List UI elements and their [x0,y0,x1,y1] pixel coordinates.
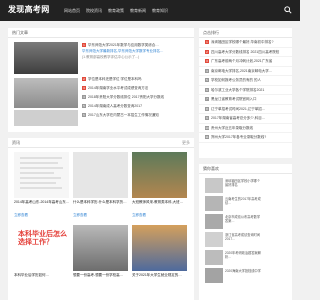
rank-badge: 9 [205,116,209,121]
card-image[interactable] [132,152,187,198]
related-title[interactable]: 2020年考研政治题答案解析… [225,251,261,259]
nav-item-home[interactable]: 网站首页 [64,8,80,14]
site-logo[interactable]: 发现高考网 [8,4,50,15]
card-title[interactable]: 想要一份高考-想要一份学校高… [73,273,128,278]
hot-feature-link[interactable]: 华东师范大学最新排名,华东师范大学数学专业排名… [82,49,190,54]
related-panel-title: 猜你喜欢 [199,164,292,174]
ranking-item[interactable]: 3 广东高考前两个月冲刺计划,2021广东省 [199,57,292,67]
hot-list-item[interactable]: 5 2014年湖南成人高考分数查询2017 [82,104,190,109]
hot-panel-title: 热门文章 [8,28,194,38]
related-title[interactable]: 深圳福田区学校小学哪个最好排名 [225,179,261,187]
related-image[interactable] [205,196,223,211]
rank-badge: 8 [205,106,209,111]
hot-list-item[interactable]: 6 2017山东大学在内蒙古一本招生工作情况通知 [82,113,190,118]
related-title[interactable]: 浙江省高考成绩查询时间2017… [225,233,261,241]
document-image [14,152,69,198]
ranking-item[interactable]: 7 黑龙江省教育考试院官网入口 [199,95,292,105]
view-link[interactable]: 立即查看 [14,213,28,218]
card-image[interactable]: 本科毕业后怎么 选择工作？ [14,225,69,271]
ranking-item[interactable]: 11 郑州大学2017年各专业录取分数线? [199,133,292,143]
ranking-item[interactable]: 10 贵州大学近五年录取分数线 [199,124,292,133]
rank-badge: 5 [205,78,209,83]
related-image[interactable] [205,232,223,247]
ranking-item[interactable]: 5 学校如何报考公务员的有的 的人 [199,76,292,86]
hot-thumb-1[interactable] [14,78,78,108]
hot-thumb-2[interactable] [14,110,78,126]
nav-item-schools[interactable]: 院校资讯 [86,8,102,14]
rank-badge: 4 [82,95,86,100]
view-link[interactable]: 立即查看 [73,213,87,218]
rank-badge: 1 [205,40,209,45]
rank-badge: 2 [205,49,209,54]
ranking-item[interactable]: 1 深圳福田区学校哪个最好,华南初中排名? [199,38,292,48]
card-image[interactable] [132,225,187,271]
hot-list-item[interactable]: 4 2018年贵阳大学分数线排位 2017贵阳大学分数线 [82,95,190,100]
rank-badge: 6 [82,113,86,118]
hot-feature-title[interactable]: 1 华东师范大学2021年数学与应用数学类综合… [82,43,190,48]
view-link[interactable]: 立即查看 [132,213,146,218]
news-grid-panel: 资讯 更多 2014年高考山东-2014年高考山东… 什么是本科学历-什么是本科… [8,138,194,300]
grid-panel-head: 资讯 更多 [8,138,194,148]
hot-feature-image[interactable] [14,42,78,74]
nav-item-policy[interactable]: 教育政策 [108,8,124,14]
card-image[interactable] [73,225,128,271]
ranking-list: 1 深圳福田区学校哪个最好,华南初中排名? 2 四川高考大学分数线排名 2021四川… [199,38,292,143]
card-banner-text: 本科毕业后怎么 选择工作？ [18,231,67,246]
ranking-panel-title: 点击排行 [199,28,292,38]
related-title[interactable]: 北京市成绩公布高考数学答案… [225,215,261,223]
card-image[interactable] [73,152,128,198]
ranking-item[interactable]: 4 南京邮电大学排名,2021南京邮电大学… [199,67,292,76]
hot-articles-panel: 热门文章 1 华东师范大学2021年数学与应用数学类综合… 华东师范大学最新排名,… [8,28,194,132]
nav-item-knowledge[interactable]: 教育知识 [152,8,168,14]
related-title[interactable]: 2020海南大学投档线中学 [225,269,261,273]
related-image[interactable] [205,178,223,193]
grid-panel-title: 资讯 [12,140,20,145]
rank-badge: 1 [82,43,86,48]
rank-badge: 3 [205,59,209,64]
rank-badge: 4 [205,68,209,73]
card-title[interactable]: 2014年高考山东-2014年高考山东… [14,200,69,205]
ranking-item[interactable]: 8 辽宁单招考试时间2021,辽宁单招… [199,105,292,114]
card-title[interactable]: 什么是本科学历-什么是本科学历… [73,200,128,205]
more-link[interactable]: 更多 [182,140,190,146]
hot-feature-desc: (1.教育部高校教学评估中心公示了...) [82,55,140,59]
nav-item-news[interactable]: 教育新闻 [130,8,146,14]
card-title[interactable]: 关于2021年大学生就业规定的… [132,273,187,278]
hot-list-item[interactable]: 3 2014年湖南学业水平考试成绩查询方法 [82,86,190,91]
ranking-item[interactable]: 2 四川高考大学分数线排名 2021四川高考院校 [199,48,292,57]
related-image[interactable] [205,250,223,265]
ranking-item[interactable]: 6 哈尔滨工业大学各个学院排名2021 [199,86,292,95]
rank-badge: 5 [82,104,86,109]
main-nav: 网站首页 院校资讯 教育政策 教育新闻 教育知识 [64,8,168,14]
top-navbar: 发现高考网 网站首页 院校资讯 教育政策 教育新闻 教育知识 [0,0,300,21]
related-title[interactable]: 云南考生的2017年高考成绩… [225,197,261,205]
search-icon[interactable] [284,6,292,14]
hot-list-item[interactable]: 2 学位是本科还是学位 学位是本科吗 [82,77,190,82]
card-title[interactable]: 大班教师风采-教育类本科,大班… [132,200,187,205]
rank-badge: 7 [205,97,209,102]
ranking-panel: 点击排行 1 深圳福田区学校哪个最好,华南初中排名? 2 四川高考大学分数线排名 2… [199,28,292,158]
rank-badge: 10 [205,125,209,130]
related-panel: 猜你喜欢 深圳福田区学校小学哪个最好排名 云南考生的2017年高考成绩… 北京市… [199,164,292,300]
ranking-item[interactable]: 9 2017年湖南省高考总分多少,科目… [199,114,292,124]
card-image[interactable] [14,152,69,198]
rank-badge: 11 [205,135,209,140]
rank-badge: 6 [205,87,209,92]
card-title[interactable]: 本科毕业后学历如何… [14,273,69,278]
rank-badge: 2 [82,77,86,82]
related-image[interactable] [205,214,223,229]
related-image[interactable] [205,268,223,283]
rank-badge: 3 [82,86,86,91]
